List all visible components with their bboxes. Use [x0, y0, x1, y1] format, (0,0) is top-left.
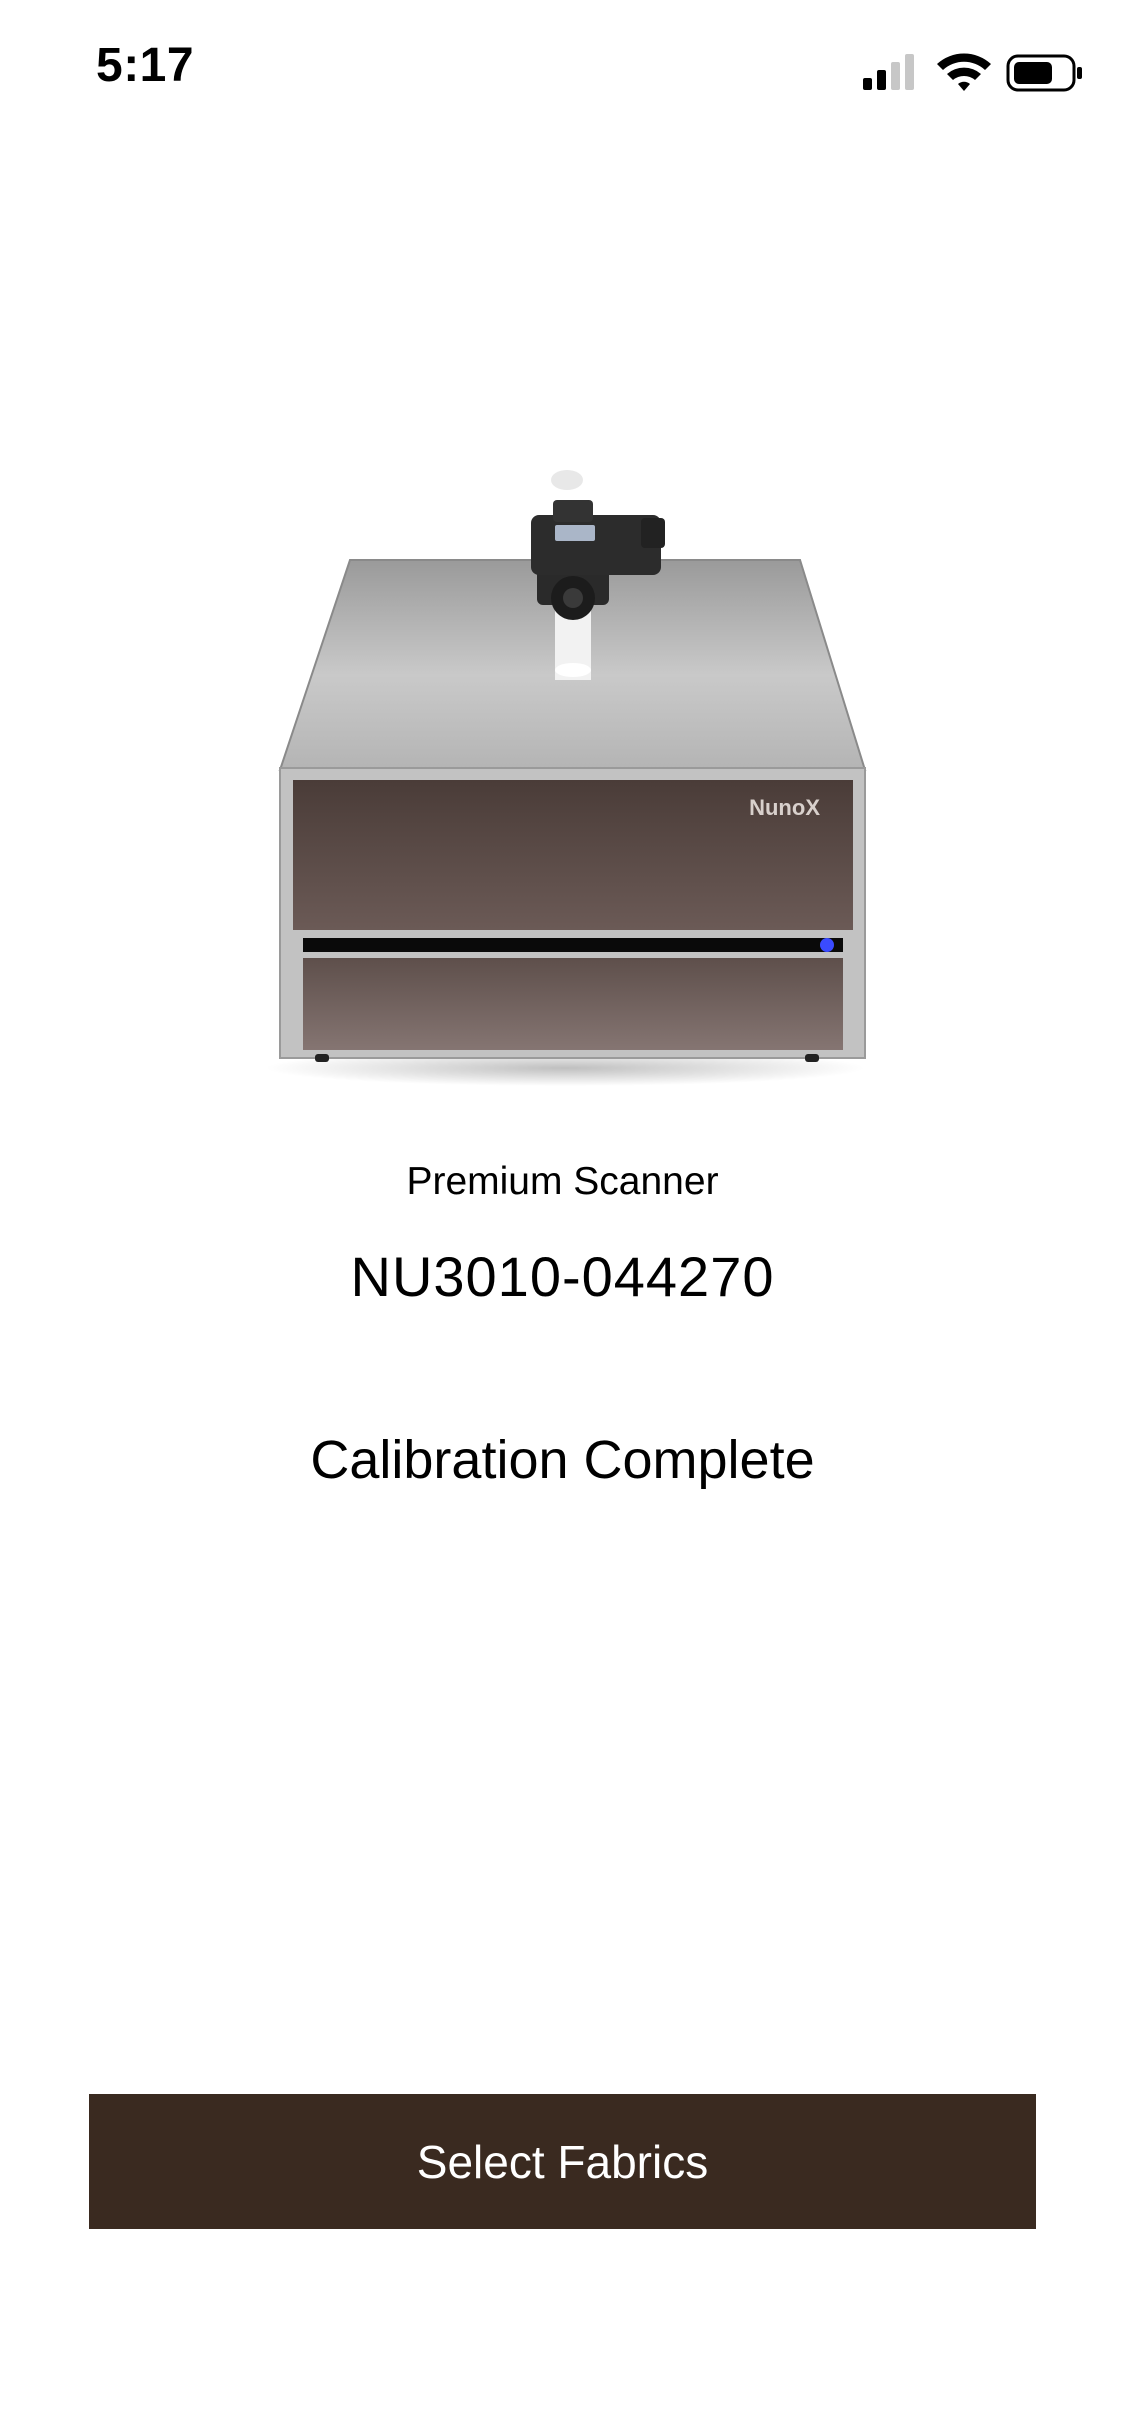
cellular-signal-icon [863, 54, 914, 90]
select-fabrics-button[interactable]: Select Fabrics [89, 2094, 1036, 2229]
device-model-label: Premium Scanner [406, 1160, 719, 1203]
scanner-device-image: NunoX [265, 470, 867, 1086]
wifi-icon [937, 53, 991, 91]
select-fabrics-button-label: Select Fabrics [416, 2135, 709, 2188]
brand-logo: NunoX [749, 795, 820, 820]
status-time: 5:17 [96, 39, 195, 92]
calibration-status-text: Calibration Complete [310, 1430, 815, 1490]
battery-icon [1006, 54, 1082, 92]
status-icons [863, 53, 1082, 92]
status-bar: 5:17 [0, 0, 1125, 140]
device-serial-number: NU3010-044270 [350, 1245, 775, 1308]
